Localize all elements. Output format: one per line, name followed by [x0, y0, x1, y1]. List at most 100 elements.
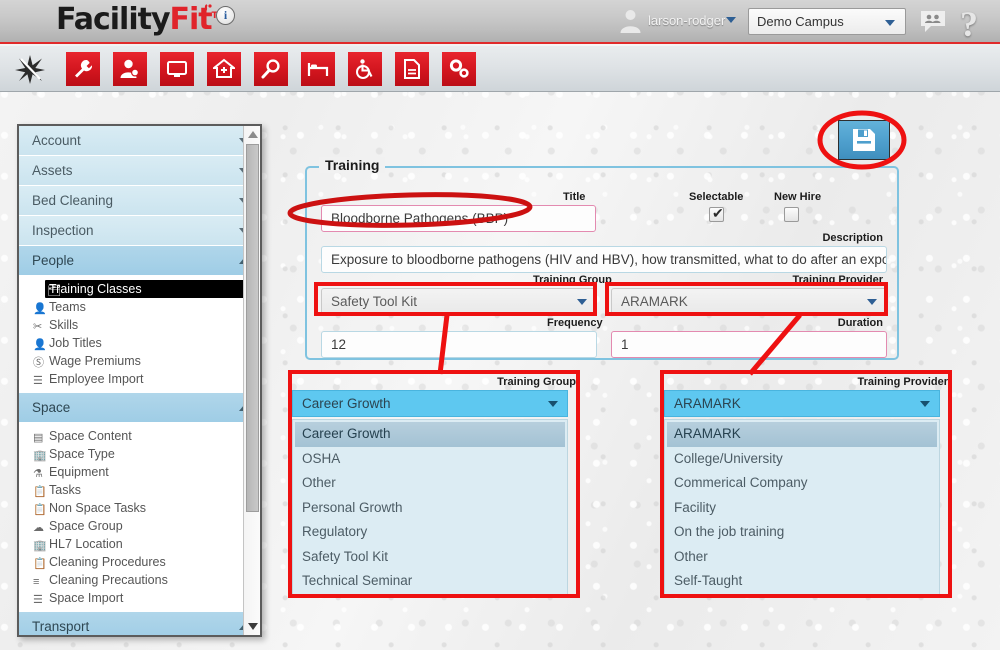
chevron-down-icon	[920, 401, 930, 407]
help-icon[interactable]: ?	[960, 3, 978, 45]
nav-group-label: Account	[32, 133, 81, 148]
campus-select[interactable]: Demo Campus	[748, 8, 906, 35]
sidebar-item-space-content[interactable]: ▤ Space Content	[19, 427, 260, 445]
training-group-option[interactable]: OSHA	[293, 447, 567, 472]
wrench-icon[interactable]	[66, 52, 100, 86]
training-group-option-list[interactable]: Career Growth OSHA Other Personal Growth Reg…	[292, 419, 568, 597]
training-provider-option[interactable]: College/University	[665, 447, 939, 472]
triangle-down-icon[interactable]	[248, 623, 258, 630]
triangle-up-icon[interactable]	[248, 131, 258, 138]
nav-group-space[interactable]: Space	[19, 393, 260, 423]
sidebar-scrollbar[interactable]	[243, 126, 260, 635]
title-input[interactable]: Bloodborne Pathogens (BBP)	[321, 205, 596, 232]
duration-input[interactable]: 1	[611, 331, 887, 358]
training-provider-option[interactable]: Commerical Company	[665, 471, 939, 496]
nav-subitem-list: 🗂 Training Classes 👤 Teams ✂ Skills 👤 Job Title…	[19, 276, 260, 393]
sidebar-item-label: Space Content	[49, 429, 132, 443]
training-provider-option[interactable]: On the job training	[665, 520, 939, 545]
nav-group-assets[interactable]: Assets	[19, 156, 260, 186]
stack-icon: ☰	[33, 375, 43, 387]
app-header: FacilityFitTM i larson-rodger Demo Campu…	[0, 0, 1000, 44]
people-chat-icon[interactable]	[920, 9, 946, 33]
nav-group-account[interactable]: Account	[19, 126, 260, 156]
selectable-label: Selectable	[689, 191, 744, 203]
magnifier-icon[interactable]	[254, 52, 288, 86]
training-group-option[interactable]: Career Growth	[295, 422, 565, 447]
sidebar-item-wage-premiums[interactable]: Ⓢ Wage Premiums	[19, 352, 260, 370]
training-provider-label: Training Provider	[792, 274, 883, 286]
sidebar-item-skills[interactable]: ✂ Skills	[19, 316, 260, 334]
sidebar-item-label: Space Import	[49, 591, 124, 605]
nav-group-transport[interactable]: Transport	[19, 612, 260, 635]
sidebar-item-cleaning-precautions[interactable]: ≡ Cleaning Precautions	[19, 571, 260, 589]
training-group-option[interactable]: Regulatory	[293, 520, 567, 545]
training-group-select[interactable]: Safety Tool Kit	[321, 288, 597, 315]
sidebar-item-training-classes[interactable]: 🗂 Training Classes	[45, 280, 258, 298]
chevron-down-icon	[867, 299, 877, 305]
selectable-checkbox[interactable]: ✔	[709, 205, 724, 222]
gears-icon[interactable]	[442, 52, 476, 86]
sidebar-item-label: Cleaning Procedures	[49, 555, 166, 569]
training-provider-dropdown-head[interactable]: ARAMARK	[664, 390, 940, 417]
person-gear-icon[interactable]	[113, 52, 147, 86]
training-group-dropdown-value: Career Growth	[302, 396, 391, 411]
info-icon[interactable]: i	[216, 6, 235, 25]
scrollbar-thumb[interactable]	[246, 144, 259, 512]
stack-icon: ☰	[33, 594, 43, 606]
training-provider-value: ARAMARK	[621, 294, 688, 309]
star-burst-icon[interactable]	[14, 53, 46, 85]
sidebar-item-employee-import[interactable]: ☰ Employee Import	[19, 370, 260, 388]
logo-squiggle-icon	[202, 4, 212, 21]
nav-group-bed-cleaning[interactable]: Bed Cleaning	[19, 186, 260, 216]
training-group-dropdown-head[interactable]: Career Growth	[292, 390, 568, 417]
sidebar-item-equipment[interactable]: ⚗ Equipment	[19, 463, 260, 481]
training-group-option[interactable]: Safety Tool Kit	[293, 545, 567, 570]
nav-group-inspection[interactable]: Inspection	[19, 216, 260, 246]
training-provider-option[interactable]: ARAMARK	[667, 422, 937, 447]
description-input[interactable]: Exposure to bloodborne pathogens (HIV an…	[321, 246, 887, 273]
newhire-checkbox[interactable]	[784, 207, 799, 222]
home-plus-icon[interactable]	[207, 52, 241, 86]
sidebar-item-teams[interactable]: 👤 Teams	[19, 298, 260, 316]
nav-subitem-list: ▤ Space Content 🏢 Space Type ⚗ Equipment 📋 Task…	[19, 423, 260, 612]
training-group-option[interactable]: Personal Growth	[293, 496, 567, 521]
avatar	[620, 10, 641, 33]
nav-group-label: People	[32, 253, 75, 268]
monitor-icon[interactable]	[160, 52, 194, 86]
description-label: Description	[822, 232, 883, 244]
sidebar-item-hl7-location[interactable]: 🏢 HL7 Location	[19, 535, 260, 553]
sidebar-item-tasks[interactable]: 📋 Tasks	[19, 481, 260, 499]
newhire-label: New Hire	[774, 191, 822, 203]
wheelchair-icon[interactable]	[348, 52, 382, 86]
training-group-option[interactable]: Other	[293, 471, 567, 496]
chevron-down-icon	[577, 299, 587, 305]
sidebar-item-label: Teams	[49, 300, 86, 314]
sidebar-item-space-import[interactable]: ☰ Space Import	[19, 589, 260, 607]
checkmark-icon: ✔	[712, 205, 724, 221]
nav-group-people[interactable]: People	[19, 246, 260, 276]
sidebar-item-non-space-tasks[interactable]: 📋 Non Space Tasks	[19, 499, 260, 517]
training-group-option[interactable]: Technical Seminar	[293, 569, 567, 594]
save-floppy-icon	[853, 129, 875, 151]
navigation-sidebar[interactable]: Account Assets Bed Cleaning Inspection Peopl…	[17, 124, 262, 637]
sidebar-item-space-type[interactable]: 🏢 Space Type	[19, 445, 260, 463]
bed-icon[interactable]	[301, 52, 335, 86]
training-provider-option[interactable]: Self-Taught	[665, 569, 939, 594]
frequency-input[interactable]: 12	[321, 331, 597, 358]
training-provider-option[interactable]: Other	[665, 545, 939, 570]
training-provider-option[interactable]: Facility	[665, 496, 939, 521]
sidebar-item-job-titles[interactable]: 👤 Job Titles	[19, 334, 260, 352]
save-button[interactable]	[838, 120, 890, 160]
training-form-panel: Training Title Bloodborne Pathogens (BBP…	[305, 157, 899, 360]
training-group-dropdown-label: Training Group	[497, 376, 576, 388]
chevron-down-icon[interactable]	[726, 17, 736, 23]
sidebar-item-space-group[interactable]: ☁ Space Group	[19, 517, 260, 535]
sidebar-item-label: Job Titles	[49, 336, 102, 350]
training-provider-option-list[interactable]: ARAMARK College/University Commerical Comp…	[664, 419, 940, 597]
sidebar-item-label: Cleaning Precautions	[49, 573, 168, 587]
training-provider-select[interactable]: ARAMARK	[611, 288, 887, 315]
document-icon[interactable]	[395, 52, 429, 86]
sidebar-item-label: Training Classes	[49, 282, 142, 296]
sidebar-item-cleaning-procedures[interactable]: 📋 Cleaning Procedures	[19, 553, 260, 571]
username-label[interactable]: larson-rodger	[648, 13, 725, 28]
